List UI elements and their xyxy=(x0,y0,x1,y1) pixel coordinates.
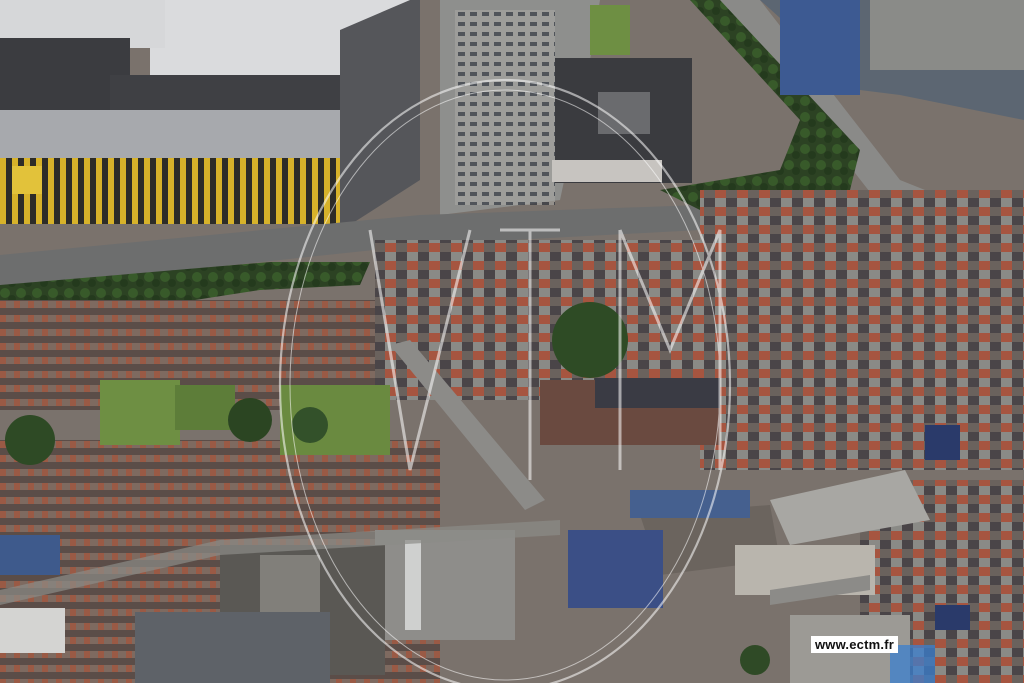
parked-cars xyxy=(455,10,555,205)
solar-panels-1 xyxy=(925,425,960,460)
solar-panels-2 xyxy=(935,605,970,630)
blue-hall-left xyxy=(0,535,60,575)
tree-cluster-3 xyxy=(292,407,328,443)
factory-blue-wall xyxy=(780,0,860,95)
shed-skylight xyxy=(405,540,421,630)
tree-cluster-4 xyxy=(552,302,628,378)
watermark-credit: www.ectm.fr xyxy=(810,636,898,653)
roof-white xyxy=(0,608,65,653)
blue-roof-strip xyxy=(630,490,750,518)
warehouse-door xyxy=(12,166,42,194)
aerial-photo xyxy=(0,0,1024,683)
office-edge xyxy=(552,160,662,182)
residential-block-east xyxy=(700,190,1024,470)
tree-cluster-2 xyxy=(228,398,272,442)
garden-lawn-2 xyxy=(175,385,235,430)
tree-cluster-6 xyxy=(740,645,770,675)
factory-roof-grey xyxy=(870,0,1024,70)
hall-bottom-left xyxy=(135,612,330,683)
blue-roof-hall xyxy=(568,530,663,608)
garden-lawn-1 xyxy=(100,380,180,445)
tree-cluster-1 xyxy=(5,415,55,465)
aerial-scene xyxy=(0,0,1024,683)
lawn-strip xyxy=(590,5,630,55)
warehouse-hazard-stripe xyxy=(0,158,340,224)
shed-light xyxy=(375,530,515,640)
brick-terrace-roof xyxy=(595,378,720,408)
